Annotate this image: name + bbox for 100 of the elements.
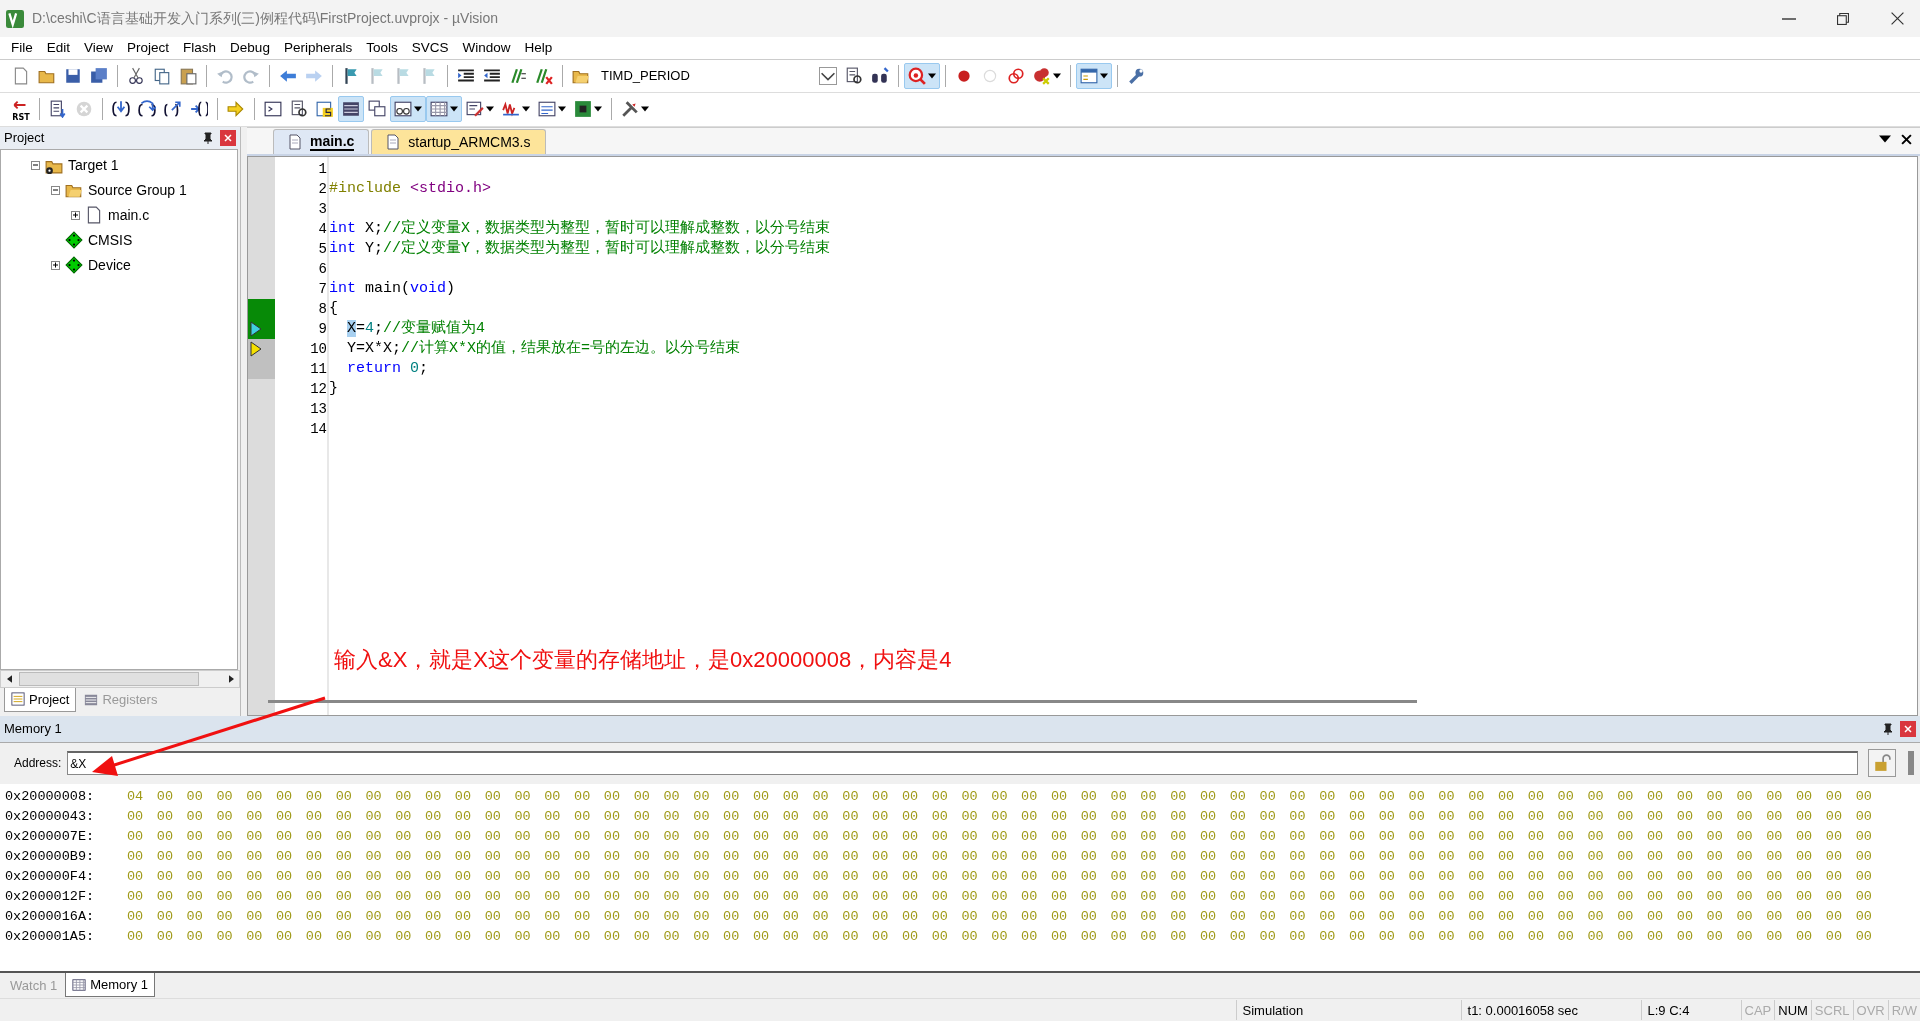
file-icon: [85, 206, 103, 225]
caret-icon: [1879, 133, 1891, 144]
memory-bytes: 00 00 00 00 00 00 00 00 00 00 00 00 00 00 00 00 00 00 00 00 00 00 00 00 00 00 00 00 00 00 00 00 00 00 00 00 00 00 00 00 00 00 00 00 00 00 00 00 00 00 00 00 00 00 00 00 00 00 00: [127, 847, 1872, 866]
run-to-cursor-icon: [190, 100, 208, 119]
line-number: 1: [317, 159, 327, 179]
memory-bytes: 04 00 00 00 00 00 00 00 00 00 00 00 00 00 00 00 00 00 00 00 00 00 00 00 00 00 00 00 00 00 00 00 00 00 00 00 00 00 00 00 00 00 00 00 00 00 00 00 00 00 00 00 00 00 00 00 00 00 00: [127, 787, 1872, 806]
memory-bytes: 00 00 00 00 00 00 00 00 00 00 00 00 00 00 00 00 00 00 00 00 00 00 00 00 00 00 00 00 00 00 00 00 00 00 00 00 00 00 00 00 00 00 00 00 00 00 00 00 00 00 00 00 00 00 00 00 00 00 00: [127, 807, 1872, 826]
menu-item[interactable]: Tools: [359, 40, 405, 56]
dropdown-button[interactable]: [819, 66, 837, 85]
scrollbar[interactable]: [268, 699, 1417, 703]
console-icon: [264, 100, 282, 119]
close-button[interactable]: [1900, 720, 1916, 737]
close-icon: [1901, 133, 1912, 145]
panel-tab[interactable]: Project: [4, 687, 77, 712]
code-line: int main(void): [329, 278, 457, 299]
reset-button[interactable]: RST: [8, 96, 34, 123]
lock-button[interactable]: [1868, 749, 1896, 778]
pencil-window-icon: [466, 100, 484, 119]
status-text: L:9 C:4: [1640, 1000, 1741, 1020]
panel-title: Project: [4, 130, 45, 146]
address-field[interactable]: &X: [67, 751, 1858, 776]
menu-item[interactable]: Help: [517, 40, 560, 56]
code-line: {: [329, 298, 339, 319]
code-line: #include <stdio.h>: [329, 178, 493, 199]
grid-icon: [72, 977, 87, 992]
tree-item[interactable]: Target 1: [1, 152, 237, 178]
right-triangle-icon: [228, 674, 234, 683]
tree-item[interactable]: Device: [1, 252, 237, 278]
stacked-windows-icon: [368, 100, 386, 119]
window-title: D:\ceshi\C语言基础开发入门系列(三)例程代码\FirstProject.uvprojx - µVision: [32, 9, 499, 28]
line-number: 13: [309, 399, 327, 419]
memory-address: 0x20000043:: [5, 807, 96, 826]
code-line: return 0;: [346, 358, 430, 379]
clipboard-icon: [179, 66, 197, 85]
menu-item[interactable]: Project: [120, 40, 177, 56]
memory-address: 0x200001A5:: [5, 927, 96, 946]
rows-icon: [342, 100, 360, 119]
scrollbar[interactable]: [1908, 751, 1914, 776]
expander-icon[interactable]: [51, 260, 60, 270]
memory-bytes: 00 00 00 00 00 00 00 00 00 00 00 00 00 00 00 00 00 00 00 00 00 00 00 00 00 00 00 00 00 00 00 00 00 00 00 00 00 00 00 00 00 00 00 00 00 00 00 00 00 00 00 00 00 00 00 00 00 00 00: [127, 867, 1872, 886]
line-number: 7: [317, 279, 327, 299]
grid-button[interactable]: [426, 96, 462, 123]
floppy-disks-icon: [90, 66, 108, 85]
project-icon: [11, 692, 25, 707]
menu-item[interactable]: Peripherals: [276, 40, 360, 56]
menu-item[interactable]: View: [77, 40, 121, 56]
file-tab[interactable]: startup_ARMCM3.s: [371, 128, 546, 154]
glasses-window-icon: [394, 100, 412, 119]
memory-address: 0x20000008:: [5, 787, 96, 806]
status-indicator: NUM: [1774, 1000, 1811, 1020]
line-number: 9: [317, 319, 327, 339]
left-triangle-icon: [6, 674, 12, 683]
tree-item[interactable]: Source Group 1: [1, 177, 237, 203]
memory-address: 0x2000012F:: [5, 887, 96, 906]
file-tab[interactable]: main.c: [273, 128, 370, 154]
code-line: int Y;//定义变量Y，数据类型为整型，暂时可以理解成整数，以分号结束: [329, 238, 832, 259]
tools-icon: [621, 100, 639, 119]
maximize-icon: [1837, 12, 1849, 25]
uncomment-slashes-icon: [535, 66, 553, 85]
menu-item[interactable]: File: [4, 40, 40, 56]
rows-button[interactable]: [338, 96, 364, 123]
menu-item[interactable]: SVCS: [404, 40, 456, 56]
memory-bytes: 00 00 00 00 00 00 00 00 00 00 00 00 00 00 00 00 00 00 00 00 00 00 00 00 00 00 00 00 00 00 00 00 00 00 00 00 00 00 00 00 00 00 00 00 00 00 00 00 00 00 00 00 00 00 00 00 00 00 00: [127, 927, 1872, 946]
close-button[interactable]: [220, 129, 236, 146]
wrench-icon: [1127, 66, 1145, 85]
code-line: X=4;//变量赋值为4: [346, 318, 487, 339]
padlock-icon: [1873, 754, 1891, 773]
expander-icon[interactable]: [71, 210, 80, 220]
copy-icon: [153, 66, 171, 85]
double-circle-icon: [1007, 66, 1025, 85]
window-button[interactable]: [1076, 62, 1112, 89]
menu-item[interactable]: Flash: [176, 40, 224, 56]
tree-item[interactable]: main.c: [1, 202, 237, 228]
step-over-icon: [138, 100, 156, 119]
step-into-icon: [112, 100, 130, 119]
status-indicator: SCRL: [1810, 1000, 1853, 1020]
memory-address: 0x2000016A:: [5, 907, 96, 926]
document-arrow-icon: [49, 100, 67, 119]
magnifier-d-button[interactable]: [904, 62, 940, 89]
document-magnifier-icon: [290, 100, 308, 119]
comment-slashes-icon: [509, 66, 527, 85]
document-s-icon: [316, 100, 334, 119]
tree-item[interactable]: CMSIS: [1, 227, 237, 253]
glasses-window-button[interactable]: [390, 96, 426, 123]
file-icon: [288, 133, 302, 150]
status-indicator: OVR: [1852, 1000, 1888, 1020]
memory-address: 0x200000B9:: [5, 847, 96, 866]
panel-tab[interactable]: Memory 1: [65, 973, 155, 998]
stop-circle-icon: [75, 100, 93, 119]
binoculars-icon: [871, 66, 889, 85]
menu-item[interactable]: Edit: [39, 40, 78, 56]
address-label: Address:: [14, 756, 62, 771]
document-magnifier-icon: [845, 66, 863, 85]
menu-item[interactable]: Window: [455, 40, 518, 56]
status-text: Simulation: [1235, 1000, 1461, 1020]
line-number: 8: [317, 299, 327, 319]
diamond-icon: [65, 231, 83, 250]
menu-item[interactable]: Debug: [223, 40, 277, 56]
line-number: 2: [317, 179, 327, 199]
line-number: 6: [317, 259, 327, 279]
